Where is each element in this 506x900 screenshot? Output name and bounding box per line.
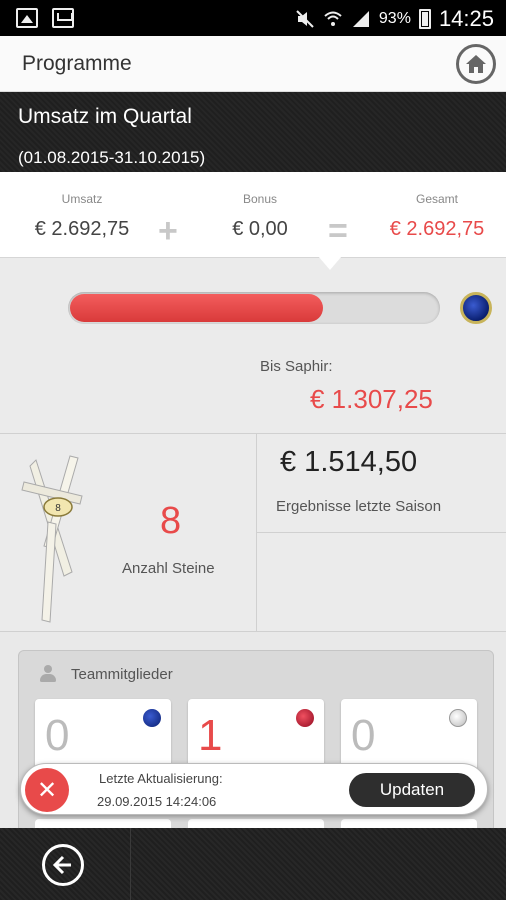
last-update-time: 29.09.2015 14:24:06 — [97, 794, 217, 809]
last-season-value: € 1.514,50 — [280, 446, 418, 478]
umsatz-column: Umsatz € 2.692,75 — [30, 192, 134, 241]
diamond-icon — [449, 709, 467, 727]
home-icon — [466, 55, 486, 73]
team-card-count: 1 — [198, 711, 223, 760]
battery-icon — [418, 9, 431, 29]
battery-percent: 93% — [378, 10, 411, 27]
quarter-period: (01.08.2015-31.10.2015) — [18, 148, 206, 167]
bottom-bar — [0, 828, 506, 900]
gesamt-column: Gesamt € 2.692,75 — [384, 192, 490, 241]
ribbon-icon: 8 — [21, 455, 83, 623]
sapphire-icon — [143, 709, 161, 727]
image-icon — [16, 8, 38, 28]
umsatz-label: Umsatz — [61, 192, 103, 206]
close-icon[interactable]: ✕ — [25, 768, 69, 812]
progress-fill — [70, 294, 323, 322]
quarter-title: Umsatz im Quartal — [18, 105, 192, 128]
back-button[interactable] — [42, 844, 84, 886]
next-level-remaining: € 1.307,25 — [310, 384, 433, 414]
last-season-label: Ergebnisse letzte Saison — [276, 498, 442, 515]
status-bar: 93% 14:25 — [0, 0, 506, 36]
bonus-label: Bonus — [242, 192, 278, 206]
bonus-column: Bonus € 0,00 — [218, 192, 302, 241]
gesamt-value: € 2.692,75 — [389, 218, 485, 240]
umsatz-value: € 2.692,75 — [34, 218, 130, 240]
gesamt-label: Gesamt — [415, 192, 458, 206]
team-header: Teammitglieder — [39, 665, 173, 683]
revenue-summary: Umsatz € 2.692,75 + Bonus € 0,00 = Gesam… — [0, 172, 506, 258]
team-card-count: 0 — [45, 711, 70, 760]
wifi-icon — [324, 11, 342, 26]
progress-section: Bis Saphir: € 1.307,25 — [0, 258, 506, 434]
message-icon — [52, 8, 74, 28]
stones-label: Anzahl Steine — [122, 560, 215, 577]
equals-icon: = — [328, 212, 348, 250]
next-level-label: Bis Saphir: — [260, 358, 333, 375]
person-icon — [39, 665, 57, 683]
back-arrow-icon — [52, 855, 71, 875]
team-title: Teammitglieder — [71, 665, 173, 683]
bonus-value: € 0,00 — [232, 218, 288, 240]
divider — [256, 532, 506, 533]
app-bar: Programme — [0, 36, 506, 92]
ribbon-badge: 8 — [55, 503, 61, 514]
quarter-header: Umsatz im Quartal (01.08.2015-31.10.2015… — [0, 92, 506, 172]
plus-icon: + — [158, 212, 178, 250]
summary-pointer — [318, 256, 342, 270]
update-toast: ✕ Letzte Aktualisierung: 29.09.2015 14:2… — [20, 763, 488, 815]
progress-bar — [68, 292, 440, 324]
divider — [130, 828, 131, 900]
sapphire-icon — [460, 292, 492, 324]
update-button[interactable]: Updaten — [349, 773, 475, 807]
divider — [256, 434, 257, 632]
page-title: Programme — [22, 52, 132, 75]
stones-count: 8 — [160, 500, 182, 542]
stats-section: 8 8 Anzahl Steine € 1.514,50 Ergebnisse … — [0, 434, 506, 632]
home-button[interactable] — [456, 44, 496, 84]
clock: 14:25 — [438, 6, 494, 31]
team-card-count: 0 — [351, 711, 376, 760]
last-update-label: Letzte Aktualisierung: — [99, 771, 223, 786]
signal-icon — [352, 11, 369, 27]
mute-icon — [296, 10, 314, 28]
ruby-icon — [296, 709, 314, 727]
